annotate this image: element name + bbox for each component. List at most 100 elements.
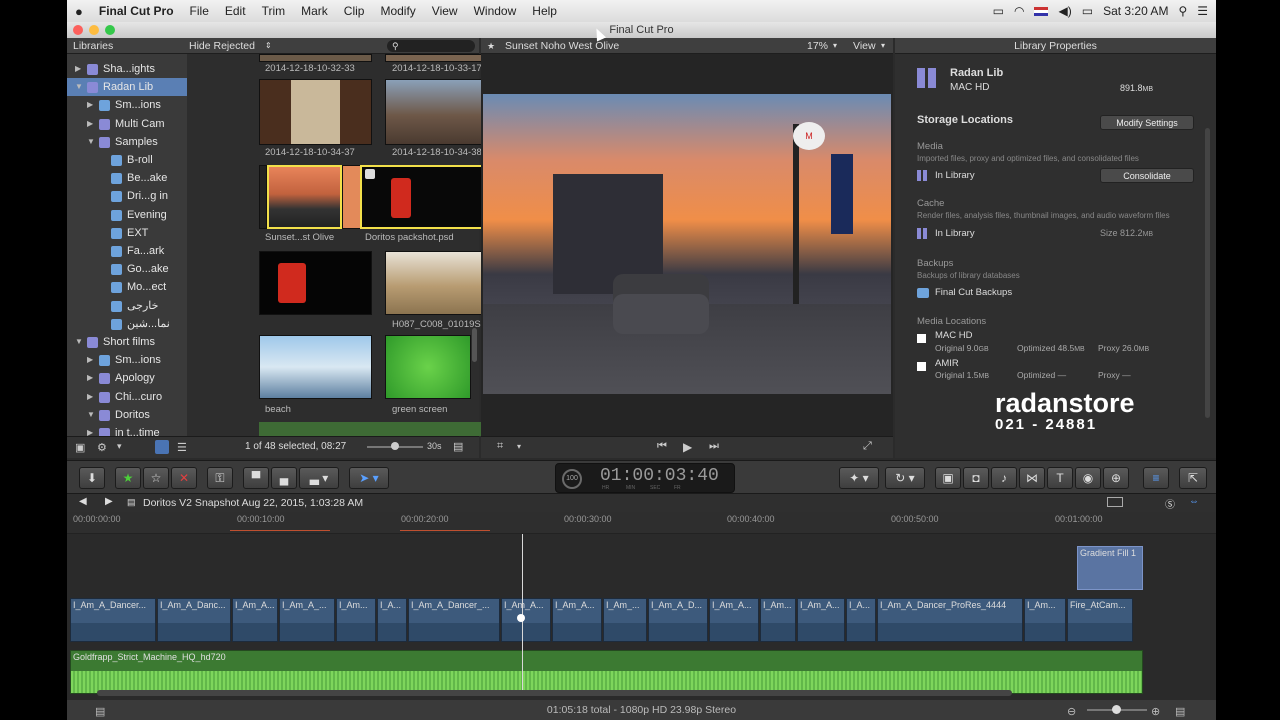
- airplay-icon[interactable]: ▭: [993, 4, 1004, 18]
- timeline-zoom-knob[interactable]: [1112, 705, 1121, 714]
- menu-trim[interactable]: Trim: [254, 4, 294, 18]
- reject-button[interactable]: ✕: [171, 467, 197, 489]
- clip-appearance-icon[interactable]: ▤: [453, 440, 463, 453]
- sidebar-item[interactable]: ▼ Doritos: [67, 406, 187, 424]
- disclosure-triangle-icon[interactable]: ▶: [87, 388, 93, 406]
- previous-edit-icon[interactable]: ⏮: [657, 440, 667, 453]
- sidebar-item[interactable]: Fa...ark: [67, 242, 187, 260]
- menu-view[interactable]: View: [424, 4, 466, 18]
- list-view-button[interactable]: [155, 440, 169, 454]
- titles-browser-button[interactable]: T: [1047, 467, 1073, 489]
- gear-icon[interactable]: ⚙: [97, 441, 107, 454]
- sidebar-item[interactable]: Go...ake: [67, 260, 187, 278]
- sidebar-item[interactable]: نما...شین: [67, 315, 187, 333]
- import-button[interactable]: ⬇: [79, 467, 105, 489]
- menu-clip[interactable]: Clip: [336, 4, 373, 18]
- menu-file[interactable]: File: [182, 4, 217, 18]
- sidebar-item[interactable]: خارجی: [67, 297, 187, 315]
- volume-icon[interactable]: ◀): [1058, 4, 1071, 18]
- timeline-index-icon[interactable]: ▤: [95, 702, 105, 720]
- themes-browser-button[interactable]: ⊕: [1103, 467, 1129, 489]
- timeline-scrollbar[interactable]: [97, 690, 1012, 696]
- video-clip[interactable]: I_Am_A_Dancer_ProRes_4444: [877, 598, 1023, 642]
- zoom-popup[interactable]: 17%: [807, 38, 828, 54]
- clip-appearance-icon[interactable]: ▤: [1175, 702, 1185, 720]
- effects-browser-button[interactable]: ▣: [935, 467, 961, 489]
- clip-thumb-0[interactable]: [259, 54, 372, 62]
- disclosure-triangle-icon[interactable]: ▶: [87, 351, 93, 369]
- video-clip[interactable]: I_Am...: [760, 598, 796, 642]
- video-clip[interactable]: I_Am_...: [603, 598, 647, 642]
- search-input[interactable]: [387, 40, 475, 52]
- flag-icon[interactable]: [1034, 6, 1049, 16]
- sidebar-item[interactable]: ▶ Multi Cam: [67, 115, 187, 133]
- audio-skimming-icon[interactable]: [1107, 497, 1123, 507]
- sidebar-item[interactable]: ▶ Chi...curo: [67, 388, 187, 406]
- connect-edit-button[interactable]: ▀: [243, 467, 269, 489]
- chevron-down-icon[interactable]: ▾: [517, 442, 521, 451]
- video-clip[interactable]: I_A...: [846, 598, 876, 642]
- sidebar-item[interactable]: ▶ Sm...ions: [67, 96, 187, 114]
- sidebar-item[interactable]: Evening: [67, 206, 187, 224]
- disclosure-triangle-icon[interactable]: ▶: [87, 115, 93, 133]
- filter-popup[interactable]: Hide Rejected: [189, 38, 255, 54]
- video-clip[interactable]: I_Am_A...: [552, 598, 602, 642]
- video-clip[interactable]: I_Am_A_Danc...: [157, 598, 231, 642]
- video-clip[interactable]: I_Am...: [1024, 598, 1066, 642]
- filter-chevron-icon[interactable]: ⇕: [265, 38, 272, 54]
- sidebar-item[interactable]: Dri...g in: [67, 187, 187, 205]
- chevron-down-icon[interactable]: ▾: [833, 38, 837, 54]
- clip-thumb-2[interactable]: [259, 79, 372, 145]
- retime-button[interactable]: ↻ ▾: [885, 467, 925, 489]
- sidebar-item[interactable]: ▶ Sm...ions: [67, 351, 187, 369]
- menu-help[interactable]: Help: [524, 4, 565, 18]
- sidebar-item[interactable]: ▼ Radan Lib: [67, 78, 187, 97]
- wifi-icon[interactable]: ◠: [1014, 4, 1024, 18]
- disclosure-triangle-icon[interactable]: ▼: [75, 78, 83, 96]
- view-popup[interactable]: View: [853, 38, 876, 54]
- sidebar-item[interactable]: B-roll: [67, 151, 187, 169]
- sidebar-item[interactable]: EXT: [67, 224, 187, 242]
- menu-window[interactable]: Window: [466, 4, 525, 18]
- clip-thumb-4-selected[interactable]: [267, 165, 342, 229]
- video-clip[interactable]: I_A...: [377, 598, 407, 642]
- disclosure-triangle-icon[interactable]: ▼: [75, 333, 83, 351]
- disclosure-triangle-icon[interactable]: ▶: [87, 96, 93, 114]
- zoom-in-icon[interactable]: ⊕: [1151, 702, 1160, 720]
- video-clip[interactable]: I_Am_A_Dancer_...: [408, 598, 500, 642]
- disclosure-triangle-icon[interactable]: ▶: [75, 60, 81, 78]
- fullscreen-icon[interactable]: ⤢: [863, 440, 872, 453]
- filmstrip-view-icon[interactable]: ☰: [177, 441, 187, 454]
- title-clip[interactable]: Gradient Fill 1: [1077, 546, 1143, 590]
- browser-scrollbar[interactable]: [472, 328, 477, 362]
- video-clip[interactable]: I_Am_A...: [232, 598, 278, 642]
- clip-thumb-8[interactable]: [259, 335, 372, 399]
- unrate-button[interactable]: ☆: [143, 467, 169, 489]
- forward-icon[interactable]: ▶: [105, 496, 113, 507]
- sidebar-item[interactable]: ▶ Sha...ights: [67, 60, 187, 78]
- notification-center-icon[interactable]: ☰: [1197, 4, 1208, 18]
- clock[interactable]: Sat 3:20 AM: [1103, 4, 1168, 18]
- consolidate-button[interactable]: Consolidate: [1100, 168, 1194, 183]
- sidebar-item[interactable]: ▼ Samples: [67, 133, 187, 151]
- timecode-display[interactable]: 100 01:00:03:40 HR MIN SEC FR: [555, 463, 735, 493]
- disclosure-triangle-icon[interactable]: ▼: [87, 133, 95, 151]
- play-icon[interactable]: ▶: [683, 440, 692, 454]
- sidebar-toggle-icon[interactable]: ▣: [75, 441, 85, 454]
- sidebar-item[interactable]: ▶ Apology: [67, 369, 187, 387]
- solo-icon[interactable]: Ⓢ: [1165, 496, 1175, 511]
- clip-zoom-knob[interactable]: [391, 442, 399, 450]
- inspector-toggle-button[interactable]: ≡: [1143, 467, 1169, 489]
- timeline-ruler[interactable]: 00:00:00:00 00:00:10:00 00:00:20:00 00:0…: [67, 512, 1216, 534]
- audio-clip[interactable]: Goldfrapp_Strict_Machine_HQ_hd720: [70, 650, 1143, 694]
- apple-menu-icon[interactable]: ●: [67, 4, 91, 19]
- keyword-button[interactable]: ⚿: [207, 467, 233, 489]
- transform-icon[interactable]: ⌗: [497, 440, 503, 453]
- spotlight-search-icon[interactable]: ⚲: [1178, 4, 1187, 18]
- drive-checkbox[interactable]: [917, 362, 926, 371]
- back-icon[interactable]: ◀: [79, 496, 87, 507]
- video-clip[interactable]: I_Am_A_Dancer...: [70, 598, 156, 642]
- menu-mark[interactable]: Mark: [293, 4, 336, 18]
- video-clip[interactable]: Fire_AtCam...: [1067, 598, 1133, 642]
- music-browser-button[interactable]: ♪: [991, 467, 1017, 489]
